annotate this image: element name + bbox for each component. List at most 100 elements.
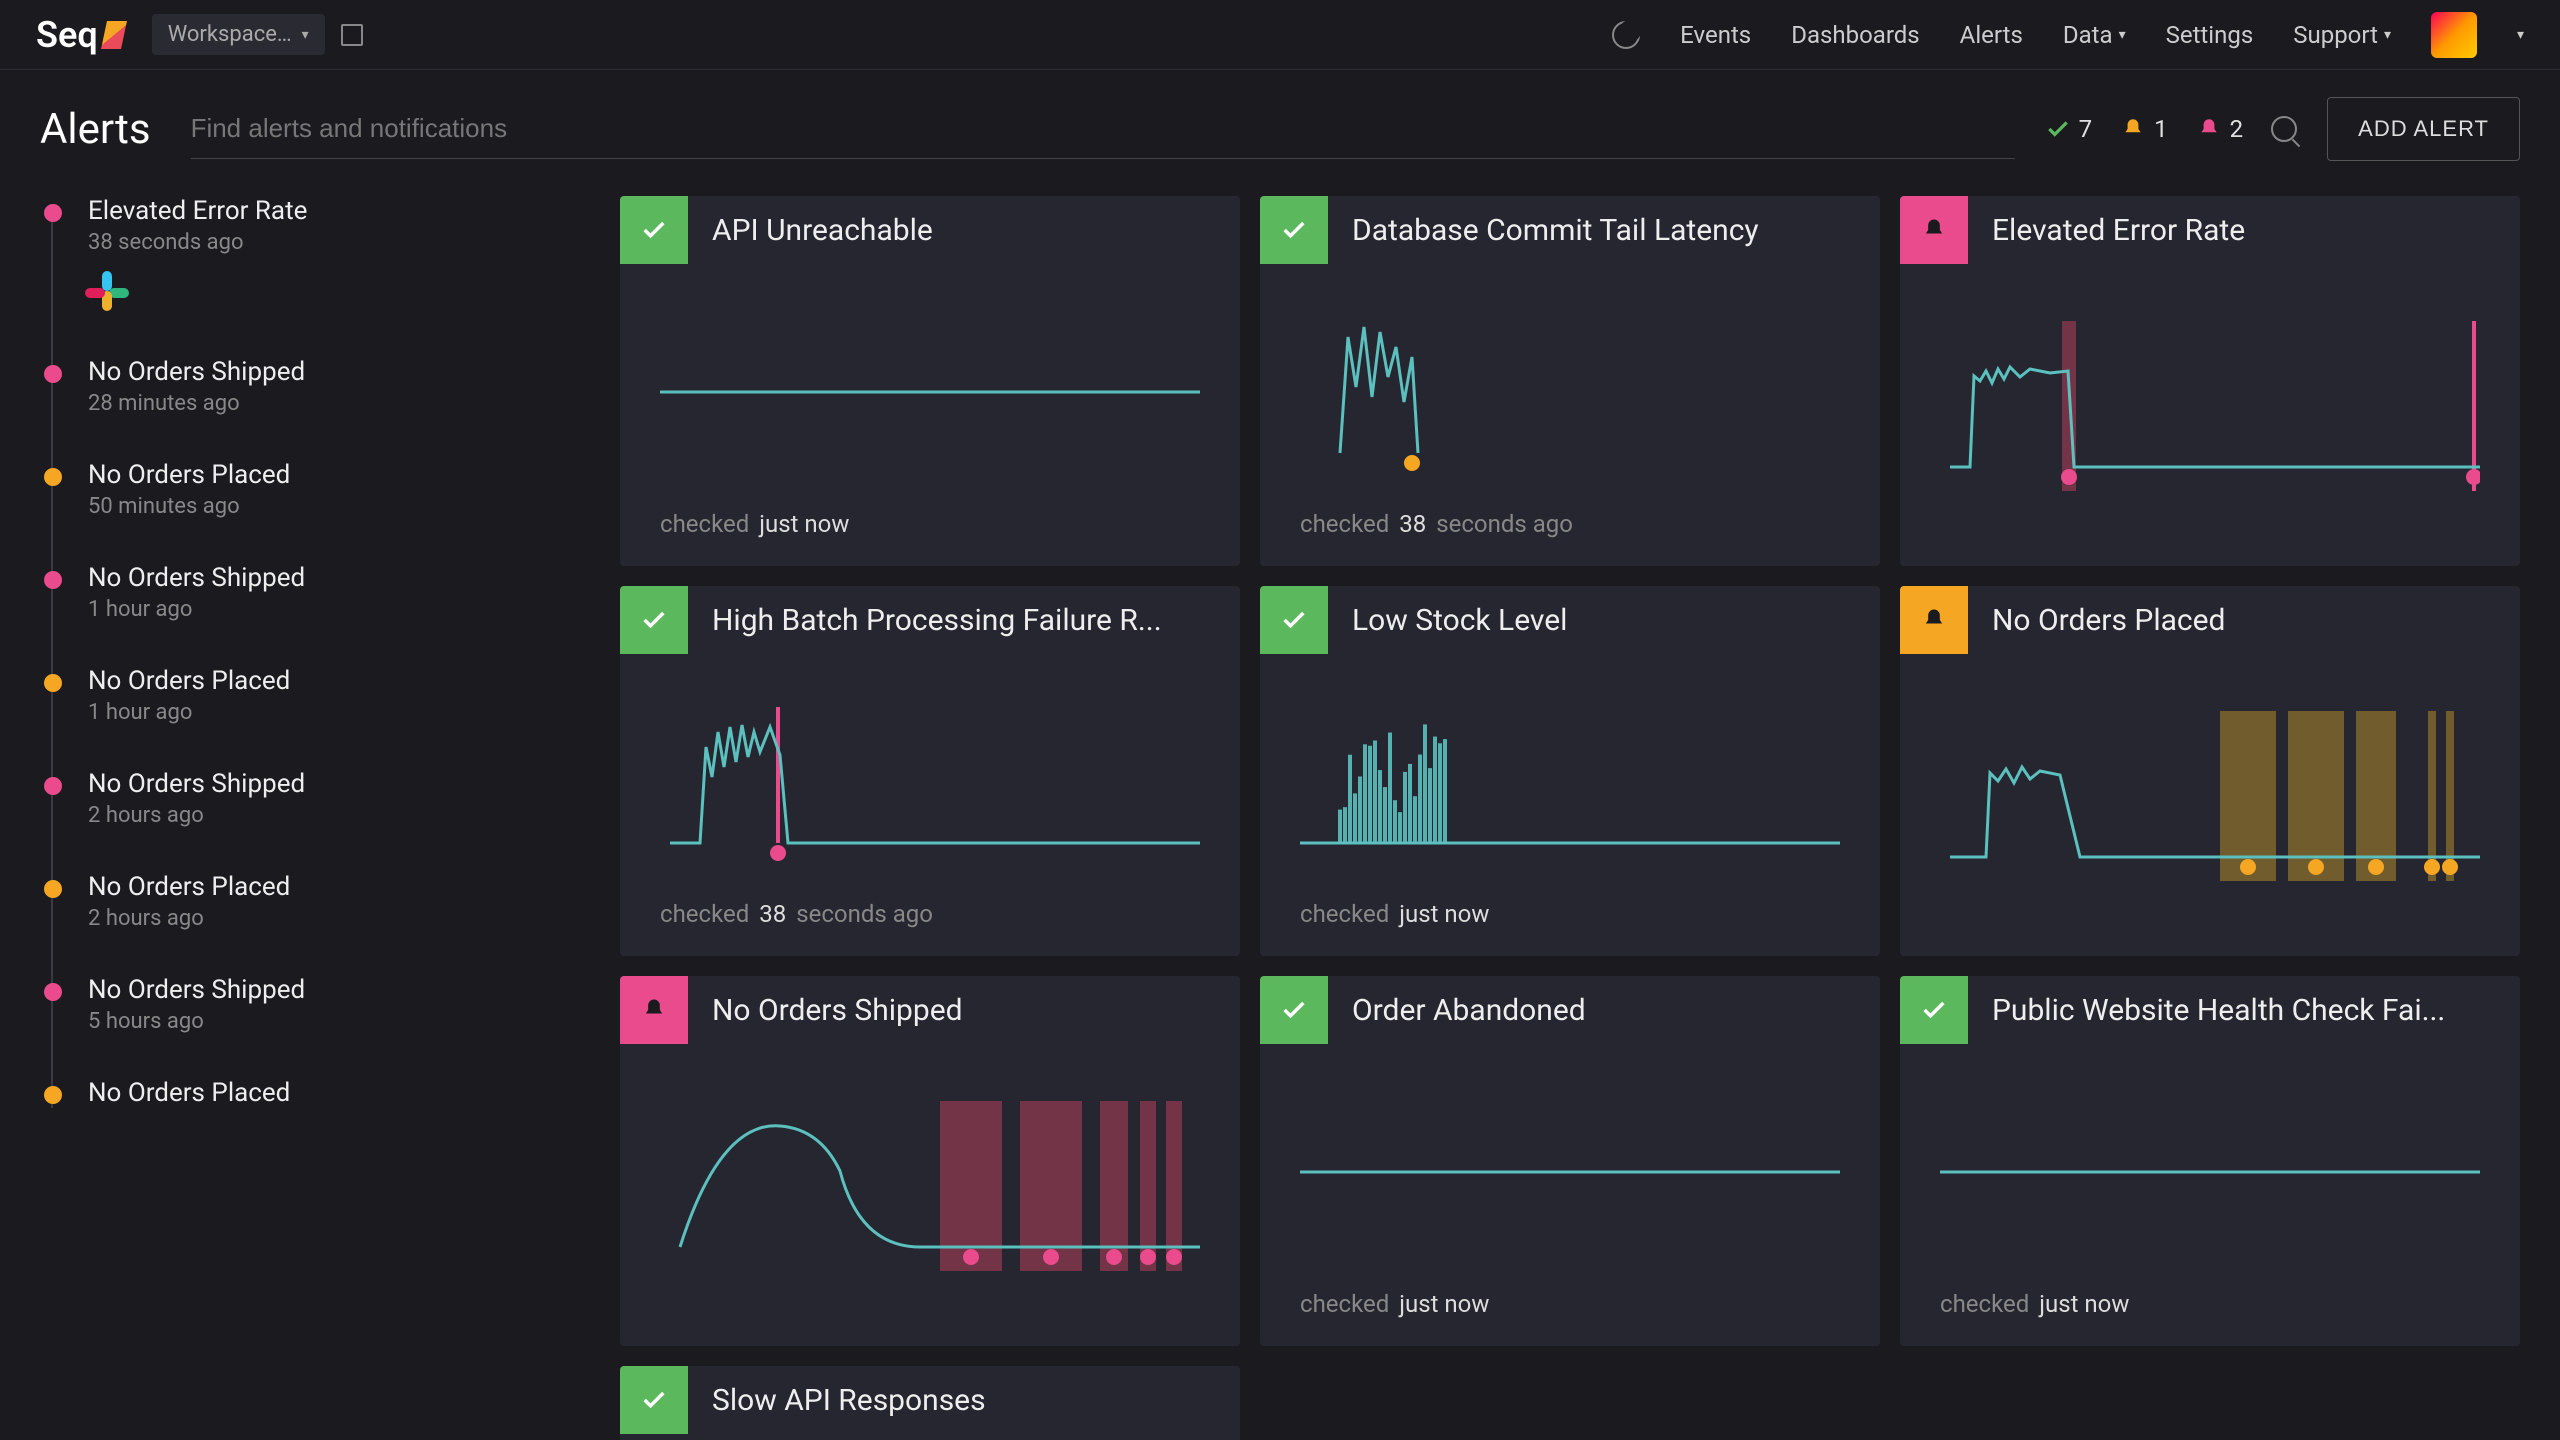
card-title: Order Abandoned bbox=[1352, 993, 1606, 1028]
card-title: Slow API Responses bbox=[712, 1383, 1006, 1418]
card-chart bbox=[620, 654, 1240, 900]
card-head: No Orders Shipped bbox=[620, 976, 1240, 1044]
check-icon bbox=[640, 606, 668, 634]
status-dot-icon bbox=[44, 365, 62, 383]
card-title: Low Stock Level bbox=[1352, 603, 1587, 638]
nav-support[interactable]: Support▾ bbox=[2293, 21, 2391, 49]
card-title: Public Website Health Check Fai... bbox=[1992, 993, 2465, 1028]
workspace-label: Workspace… bbox=[168, 22, 292, 47]
bell-icon bbox=[2196, 116, 2222, 142]
check-icon bbox=[1280, 996, 1308, 1024]
alert-card[interactable]: No Orders Shipped bbox=[620, 976, 1240, 1346]
status-badge bbox=[1900, 196, 1968, 264]
alert-card[interactable]: Slow API Responses bbox=[620, 1366, 1240, 1440]
card-title: Database Commit Tail Latency bbox=[1352, 213, 1779, 248]
logo-text: Seq bbox=[36, 14, 98, 56]
card-checked: checkedjust now bbox=[620, 510, 1240, 566]
timeline-item-time: 28 minutes ago bbox=[88, 391, 600, 416]
timeline-item-title: No Orders Shipped bbox=[88, 563, 600, 593]
check-icon bbox=[1280, 216, 1308, 244]
status-badge bbox=[620, 976, 688, 1044]
search-wrap bbox=[191, 99, 2015, 159]
main: Elevated Error Rate 38 seconds ago No Or… bbox=[0, 188, 2560, 1440]
timeline-item[interactable]: No Orders Placed 1 hour ago bbox=[40, 666, 600, 725]
timeline-item-title: No Orders Placed bbox=[88, 872, 600, 902]
alert-card[interactable]: Database Commit Tail Latency checked38se… bbox=[1260, 196, 1880, 566]
timeline: Elevated Error Rate 38 seconds ago No Or… bbox=[40, 196, 600, 1108]
nav-alerts[interactable]: Alerts bbox=[1960, 21, 2023, 49]
status-counts: 7 1 2 bbox=[2045, 115, 2298, 143]
save-icon[interactable] bbox=[341, 24, 363, 46]
avatar[interactable] bbox=[2431, 12, 2477, 58]
logo[interactable]: Seq bbox=[36, 14, 124, 56]
timeline-item[interactable]: No Orders Shipped 1 hour ago bbox=[40, 563, 600, 622]
alert-card[interactable]: Low Stock Level checkedjust now bbox=[1260, 586, 1880, 956]
status-dot-icon bbox=[44, 571, 62, 589]
card-title: Elevated Error Rate bbox=[1992, 213, 2265, 248]
card-chart bbox=[620, 264, 1240, 510]
timeline-item[interactable]: No Orders Shipped 2 hours ago bbox=[40, 769, 600, 828]
status-badge bbox=[1900, 976, 1968, 1044]
alert-card[interactable]: Order Abandoned checkedjust now bbox=[1260, 976, 1880, 1346]
card-head: Database Commit Tail Latency bbox=[1260, 196, 1880, 264]
status-alert[interactable]: 2 bbox=[2196, 115, 2244, 143]
check-icon bbox=[1280, 606, 1308, 634]
alert-card[interactable]: Public Website Health Check Fai... check… bbox=[1900, 976, 2520, 1346]
card-chart bbox=[1260, 264, 1880, 510]
card-checked: checked38seconds ago bbox=[620, 900, 1240, 956]
status-badge bbox=[620, 1366, 688, 1434]
card-title: High Batch Processing Failure R... bbox=[712, 603, 1182, 638]
status-badge bbox=[1260, 976, 1328, 1044]
bell-icon bbox=[640, 996, 668, 1024]
card-chart bbox=[1900, 264, 2520, 538]
timeline-item-time: 38 seconds ago bbox=[88, 230, 600, 255]
page-header: Alerts 7 1 2 ADD ALERT bbox=[0, 70, 2560, 188]
timeline-item-time: 5 hours ago bbox=[88, 1009, 600, 1034]
check-icon bbox=[640, 1386, 668, 1414]
alert-card[interactable]: API Unreachable checkedjust now bbox=[620, 196, 1240, 566]
card-title: No Orders Placed bbox=[1992, 603, 2245, 638]
status-badge bbox=[1260, 196, 1328, 264]
alert-card[interactable]: No Orders Placed bbox=[1900, 586, 2520, 956]
timeline-item-title: No Orders Placed bbox=[88, 1078, 600, 1108]
nav-settings[interactable]: Settings bbox=[2166, 21, 2254, 49]
timeline-item[interactable]: No Orders Placed bbox=[40, 1078, 600, 1108]
card-head: Slow API Responses bbox=[620, 1366, 1240, 1434]
slack-icon bbox=[88, 269, 132, 313]
bell-icon bbox=[1920, 216, 1948, 244]
timeline-item[interactable]: No Orders Placed 50 minutes ago bbox=[40, 460, 600, 519]
timeline-item[interactable]: No Orders Placed 2 hours ago bbox=[40, 872, 600, 931]
card-chart bbox=[620, 1044, 1240, 1318]
timeline-item[interactable]: No Orders Shipped 28 minutes ago bbox=[40, 357, 600, 416]
nav-events[interactable]: Events bbox=[1680, 21, 1751, 49]
timeline-item-time: 50 minutes ago bbox=[88, 494, 600, 519]
nav-dashboards[interactable]: Dashboards bbox=[1791, 21, 1919, 49]
chevron-down-icon: ▾ bbox=[2119, 27, 2126, 43]
status-badge bbox=[620, 196, 688, 264]
card-head: API Unreachable bbox=[620, 196, 1240, 264]
card-chart bbox=[1900, 654, 2520, 928]
bell-icon bbox=[1920, 606, 1948, 634]
timeline-item[interactable]: Elevated Error Rate 38 seconds ago bbox=[40, 196, 600, 313]
status-ok[interactable]: 7 bbox=[2045, 115, 2093, 143]
chevron-down-icon[interactable]: ▾ bbox=[2517, 27, 2524, 43]
add-alert-button[interactable]: ADD ALERT bbox=[2327, 97, 2520, 161]
search-icon[interactable] bbox=[2271, 116, 2297, 142]
status-dot-icon bbox=[44, 983, 62, 1001]
alert-card[interactable]: High Batch Processing Failure R... check… bbox=[620, 586, 1240, 956]
alert-card[interactable]: Elevated Error Rate bbox=[1900, 196, 2520, 566]
search-input[interactable] bbox=[191, 99, 2015, 159]
timeline-item-time: 1 hour ago bbox=[88, 700, 600, 725]
workspace-selector[interactable]: Workspace… ▾ bbox=[152, 14, 325, 55]
chevron-down-icon: ▾ bbox=[302, 27, 309, 43]
logo-mark-icon bbox=[101, 21, 127, 49]
card-checked: checked38seconds ago bbox=[1260, 510, 1880, 566]
card-head: Elevated Error Rate bbox=[1900, 196, 2520, 264]
status-badge bbox=[1260, 586, 1328, 654]
theme-toggle-icon[interactable] bbox=[1612, 21, 1640, 49]
status-badge bbox=[620, 586, 688, 654]
nav-data[interactable]: Data▾ bbox=[2063, 21, 2126, 49]
status-warn[interactable]: 1 bbox=[2120, 115, 2168, 143]
timeline-item[interactable]: No Orders Shipped 5 hours ago bbox=[40, 975, 600, 1034]
nav-right: Events Dashboards Alerts Data▾ Settings … bbox=[1612, 12, 2524, 58]
